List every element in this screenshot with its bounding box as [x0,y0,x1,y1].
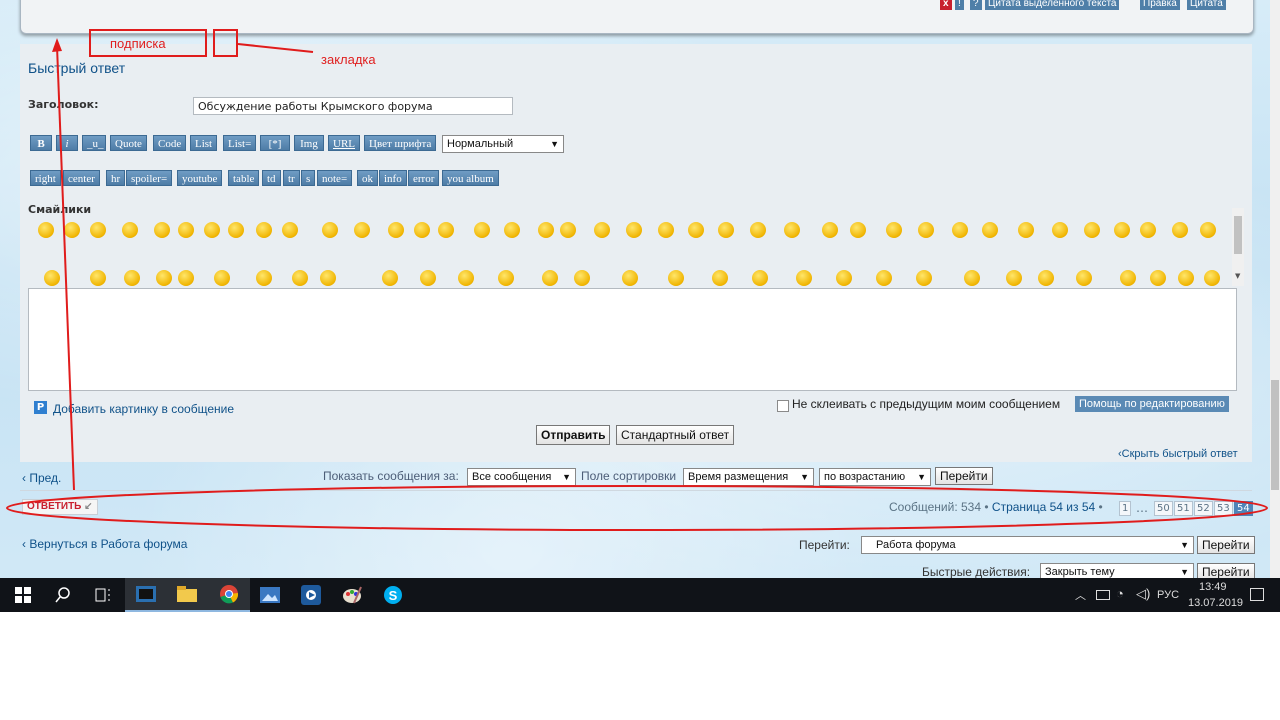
wifi-icon[interactable]: ◔ [1116,586,1124,601]
windows-start-icon[interactable] [2,578,44,612]
arrow-line [56,45,75,491]
annotation-arrows [6,38,1268,531]
chrome-icon[interactable] [208,578,250,612]
browser-viewport: x ! ? Цитата выделенного текста Правка Ц… [0,0,1280,612]
battery-icon[interactable] [1096,590,1110,600]
task-view-icon[interactable] [82,578,124,612]
volume-icon[interactable]: ◁) [1136,586,1150,602]
search-icon[interactable] [42,578,84,612]
paint-icon[interactable] [331,578,373,612]
clock-time[interactable]: 13:49 [1199,581,1227,593]
windows-taskbar: S ︿ ◔ ◁) РУС 13:49 13.07.2019 [0,578,1280,612]
skype-icon[interactable]: S [372,578,414,612]
language-indicator[interactable]: РУС [1157,589,1179,601]
media-player-icon[interactable] [125,578,167,612]
arrow-head-icon [52,38,62,52]
notifications-icon[interactable] [1250,588,1264,601]
pagination-highlight-ellipse [6,485,1268,531]
media-center-icon[interactable] [290,578,332,612]
bookmark-pointer-line [237,43,314,53]
file-explorer-icon[interactable] [166,578,208,612]
chevron-up-icon[interactable]: ︿ [1075,587,1086,603]
svg-text:S: S [389,588,398,603]
photos-icon[interactable] [249,578,291,612]
clock-date[interactable]: 13.07.2019 [1188,597,1243,609]
